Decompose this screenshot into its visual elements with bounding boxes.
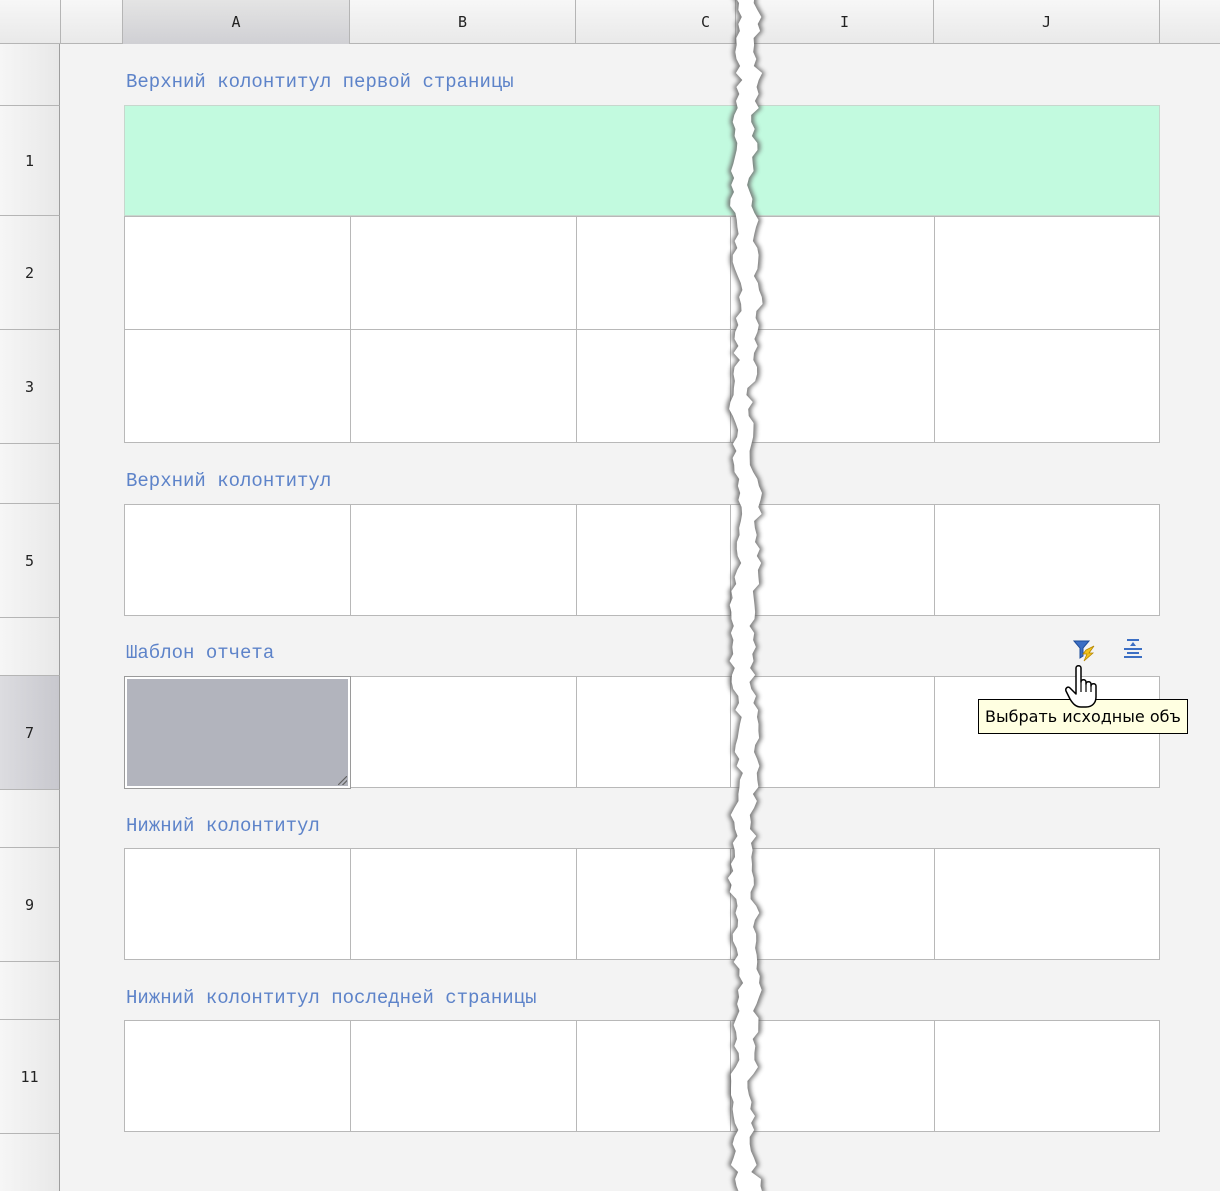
- cell-i7[interactable]: [730, 676, 935, 788]
- cell-c9[interactable]: [576, 848, 756, 960]
- row-header-12[interactable]: [0, 1134, 60, 1191]
- section-title-page-footer: Нижний колонтитул: [126, 815, 320, 837]
- select-all-corner[interactable]: [0, 0, 61, 44]
- row-header-title-0[interactable]: [0, 44, 60, 106]
- column-header-i[interactable]: I: [736, 0, 934, 44]
- cell-a9[interactable]: [124, 848, 351, 960]
- row-header-4[interactable]: [0, 444, 60, 504]
- cell-j9[interactable]: [934, 848, 1160, 960]
- row-header-3[interactable]: 3: [0, 330, 60, 444]
- cell-i5[interactable]: [730, 504, 935, 616]
- cell-i2[interactable]: [730, 216, 935, 330]
- resize-grip-icon[interactable]: [338, 776, 347, 785]
- cell-a5[interactable]: [124, 504, 351, 616]
- cell-i11[interactable]: [730, 1020, 935, 1132]
- text-align-icon[interactable]: [1121, 637, 1145, 661]
- cell-b11[interactable]: [350, 1020, 577, 1132]
- row-header-7[interactable]: 7: [0, 676, 60, 790]
- row-header-6[interactable]: [0, 618, 60, 676]
- cell-b2[interactable]: [350, 216, 577, 330]
- cell-j2[interactable]: [934, 216, 1160, 330]
- section-title-last-page-footer: Нижний колонтитул последней страницы: [126, 987, 537, 1009]
- cell-b3[interactable]: [350, 329, 577, 443]
- cell-a7-selected[interactable]: [124, 676, 351, 789]
- column-header-empty: [1160, 0, 1220, 44]
- filter-select-objects-icon[interactable]: [1072, 638, 1096, 662]
- cell-a11[interactable]: [124, 1020, 351, 1132]
- row-header-10[interactable]: [0, 962, 60, 1020]
- cell-b5[interactable]: [350, 504, 577, 616]
- cell-c3[interactable]: [576, 329, 756, 443]
- section-title-first-page-header: Верхний колонтитул первой страницы: [126, 71, 514, 93]
- spreadsheet-canvas[interactable]: A B C I J 1 2 3 5 7 9 11 Верхний колонти…: [0, 0, 1220, 1191]
- cell-c7[interactable]: [576, 676, 756, 788]
- section-title-page-header: Верхний колонтитул: [126, 470, 332, 492]
- cell-a3[interactable]: [124, 329, 351, 443]
- cell-c11[interactable]: [576, 1020, 756, 1132]
- cell-c2[interactable]: [576, 216, 756, 330]
- column-header-c[interactable]: C: [576, 0, 736, 44]
- row-header-5[interactable]: 5: [0, 504, 60, 618]
- cell-j3[interactable]: [934, 329, 1160, 443]
- cell-j11[interactable]: [934, 1020, 1160, 1132]
- section-title-report-template: Шаблон отчета: [126, 642, 275, 664]
- column-header-spacer: [61, 0, 123, 44]
- column-header-b[interactable]: B: [350, 0, 576, 44]
- tooltip: Выбрать исходные объ: [978, 699, 1188, 734]
- cell-a2[interactable]: [124, 216, 351, 330]
- cell-b9[interactable]: [350, 848, 577, 960]
- cell-j5[interactable]: [934, 504, 1160, 616]
- cell-b7[interactable]: [350, 676, 577, 788]
- first-page-header-cell[interactable]: [124, 105, 1160, 216]
- row-header-2[interactable]: 2: [0, 216, 60, 330]
- cell-i3[interactable]: [730, 329, 935, 443]
- column-header-bar: A B C I J: [0, 0, 1220, 44]
- row-header-9[interactable]: 9: [0, 848, 60, 962]
- column-header-a[interactable]: A: [123, 0, 350, 44]
- row-header-1[interactable]: 1: [0, 106, 60, 216]
- row-header-8[interactable]: [0, 790, 60, 848]
- cell-i9[interactable]: [730, 848, 935, 960]
- column-header-j[interactable]: J: [934, 0, 1160, 44]
- row-header-11[interactable]: 11: [0, 1020, 60, 1134]
- cell-c5[interactable]: [576, 504, 756, 616]
